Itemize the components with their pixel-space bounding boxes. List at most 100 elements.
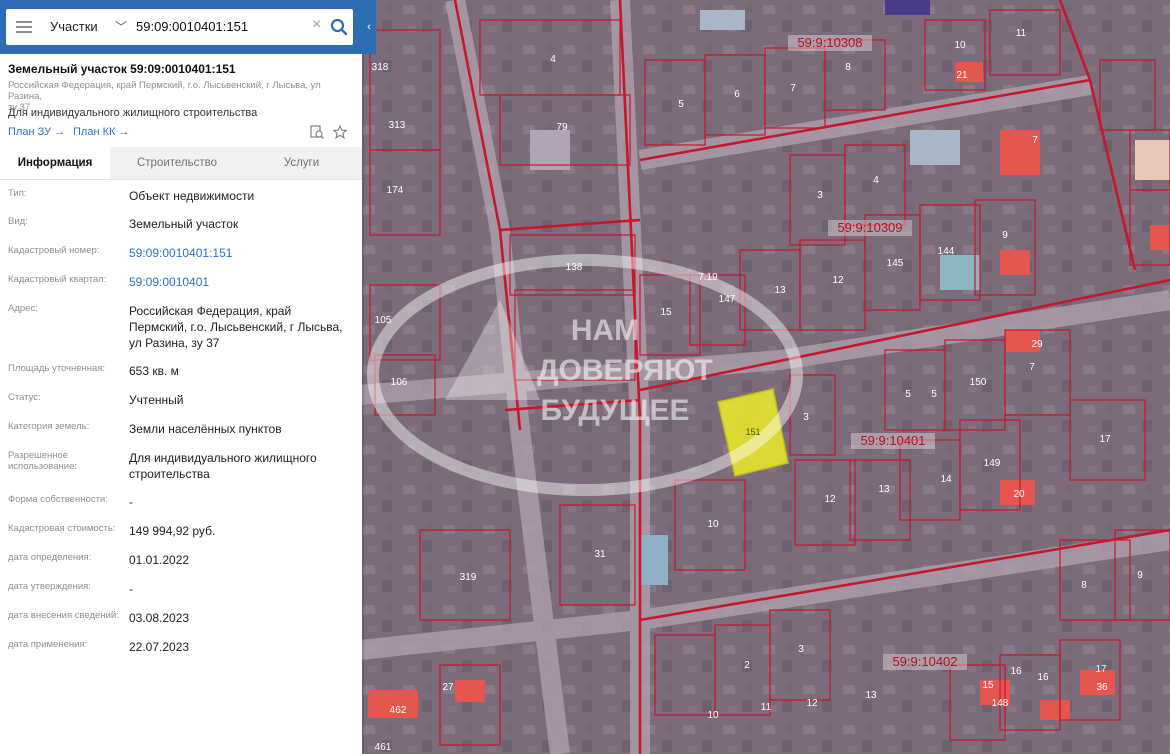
- plan-kk-link[interactable]: План КК →: [73, 126, 129, 138]
- info-value-link[interactable]: 59:09:0010401: [129, 274, 354, 290]
- info-value: 653 кв. м: [129, 363, 354, 379]
- info-value: -: [129, 581, 354, 597]
- parcel-number: 6: [734, 89, 740, 100]
- object-address-line: Российская Федерация, край Пермский, г.о…: [8, 80, 321, 102]
- parcel-number: 11: [1016, 28, 1027, 39]
- info-label: Кадастровая стоимость:: [8, 523, 116, 534]
- tab-construction[interactable]: Строительство: [112, 147, 242, 179]
- parcel-number: 17: [1095, 664, 1107, 675]
- info-label: Разрешенное использование:: [8, 450, 78, 472]
- info-value-line: ул Разина, зу 37: [129, 336, 220, 350]
- info-value-line: 01.01.2022: [129, 553, 190, 567]
- parcel-number: 148: [992, 698, 1009, 709]
- close-icon[interactable]: ×: [312, 16, 321, 34]
- parcel-number: 138: [566, 262, 583, 273]
- parcel-number: 145: [887, 258, 904, 269]
- info-value-link[interactable]: 59:09:0010401:151: [129, 245, 354, 261]
- info-label: Тип:: [8, 188, 27, 199]
- info-value: 22.07.2023: [129, 639, 354, 655]
- chevron-down-icon[interactable]: ﹀: [115, 18, 127, 35]
- info-value: Учтенный: [129, 392, 354, 408]
- parcel-number: 7: [1032, 135, 1038, 146]
- info-label: Статус:: [8, 392, 41, 403]
- info-label: Площадь уточненная:: [8, 363, 106, 374]
- info-label: Вид:: [8, 216, 28, 227]
- parcel-number: 21: [956, 70, 968, 81]
- parcel-number: 7.19: [698, 272, 718, 283]
- quarter-label: 59:9:10402: [892, 654, 957, 669]
- tab-info[interactable]: Информация: [0, 147, 110, 179]
- parcel-number: 8: [1081, 580, 1087, 591]
- search-input[interactable]: [136, 15, 306, 37]
- parcel-number: 3: [798, 644, 804, 655]
- parcel-number: 174: [387, 185, 404, 196]
- info-value-line: строительства: [129, 467, 210, 481]
- watermark-text: НАМ: [571, 314, 639, 347]
- parcel-number: 3: [817, 190, 823, 201]
- info-value-line: 149 994,92 руб.: [129, 524, 216, 538]
- info-value: Земли населённых пунктов: [129, 421, 354, 437]
- info-value-line: Для индивидуального жилищного: [129, 451, 317, 465]
- info-value-line: 22.07.2023: [129, 640, 190, 654]
- parcel-number: 10: [954, 40, 966, 51]
- parcel-number: 318: [372, 62, 389, 73]
- parcel-number: 79: [556, 122, 568, 133]
- parcel-number: 2: [744, 660, 750, 671]
- info-value-line: 03.08.2023: [129, 611, 190, 625]
- info-value: 03.08.2023: [129, 610, 354, 626]
- parcel-number: 319: [460, 572, 477, 583]
- menu-icon[interactable]: [16, 21, 32, 33]
- info-label: дата применения:: [8, 639, 88, 650]
- parcel-number: 149: [984, 458, 1001, 469]
- layer-select[interactable]: Участки: [50, 19, 98, 34]
- tab-services[interactable]: Услуги: [244, 147, 359, 179]
- parcel-number: 106: [391, 377, 408, 388]
- info-value-line: 59:09:0010401:151: [129, 246, 233, 260]
- parcel-number: 10: [707, 710, 719, 721]
- info-label: Кадастровый квартал:: [8, 274, 107, 285]
- parcel-number: 150: [970, 377, 987, 388]
- parcel-number: 3: [803, 412, 809, 423]
- parcel-number: 11: [761, 702, 772, 713]
- quarter-label: 59:9:10309: [837, 220, 902, 235]
- parcel-number: 461: [375, 742, 392, 753]
- info-value-line: -: [129, 582, 133, 596]
- selected-parcel-label: 151: [745, 427, 760, 437]
- object-use: Для индивидуального жилищного строительс…: [8, 107, 258, 119]
- info-value-line: Пермский, г.о. Лысьвенский, г Лысьва,: [129, 320, 343, 334]
- parcel-number: 16: [1010, 666, 1022, 677]
- info-value-line: 59:09:0010401: [129, 275, 210, 289]
- parcel-number: 8: [845, 62, 851, 73]
- watermark-text: БУДУЩЕЕ: [541, 394, 690, 427]
- info-label: дата утверждения:: [8, 581, 91, 592]
- parcel-number: 17: [1099, 434, 1111, 445]
- search-bar: Участки ﹀ ×: [0, 0, 362, 54]
- parcel-number: 12: [824, 494, 836, 505]
- parcel-number: 105: [375, 315, 392, 326]
- info-value: 01.01.2022: [129, 552, 354, 568]
- search-icon[interactable]: [330, 18, 348, 36]
- parcel-number: 144: [938, 246, 955, 257]
- parcel-number: 16: [1037, 672, 1049, 683]
- parcel-number: 27: [442, 682, 454, 693]
- plan-zu-link[interactable]: План ЗУ →: [8, 126, 65, 138]
- zoom-to-icon[interactable]: [310, 125, 324, 139]
- parcel-number: 12: [806, 698, 818, 709]
- watermark-text: ДОВЕРЯЮТ: [537, 354, 713, 387]
- parcel-number: 462: [390, 705, 407, 716]
- info-label: Адрес:: [8, 303, 38, 314]
- search-box: Участки ﹀ ×: [6, 9, 353, 45]
- parcel-number: 15: [660, 307, 672, 318]
- star-icon[interactable]: [333, 125, 347, 139]
- parcel-number: 5: [678, 99, 684, 110]
- parcel-number: 5: [931, 389, 937, 400]
- info-value: Объект недвижимости: [129, 188, 354, 204]
- parcel-number: 15: [982, 680, 994, 691]
- parcel-number: 31: [594, 549, 606, 560]
- parcel-number: 4: [550, 54, 556, 65]
- collapse-panel-button[interactable]: ‹: [362, 0, 376, 54]
- info-label: Форма собственности:: [8, 494, 108, 505]
- info-value-line: Учтенный: [129, 393, 184, 407]
- parcel-number: 147: [719, 294, 736, 305]
- parcel-number: 20: [1013, 489, 1025, 500]
